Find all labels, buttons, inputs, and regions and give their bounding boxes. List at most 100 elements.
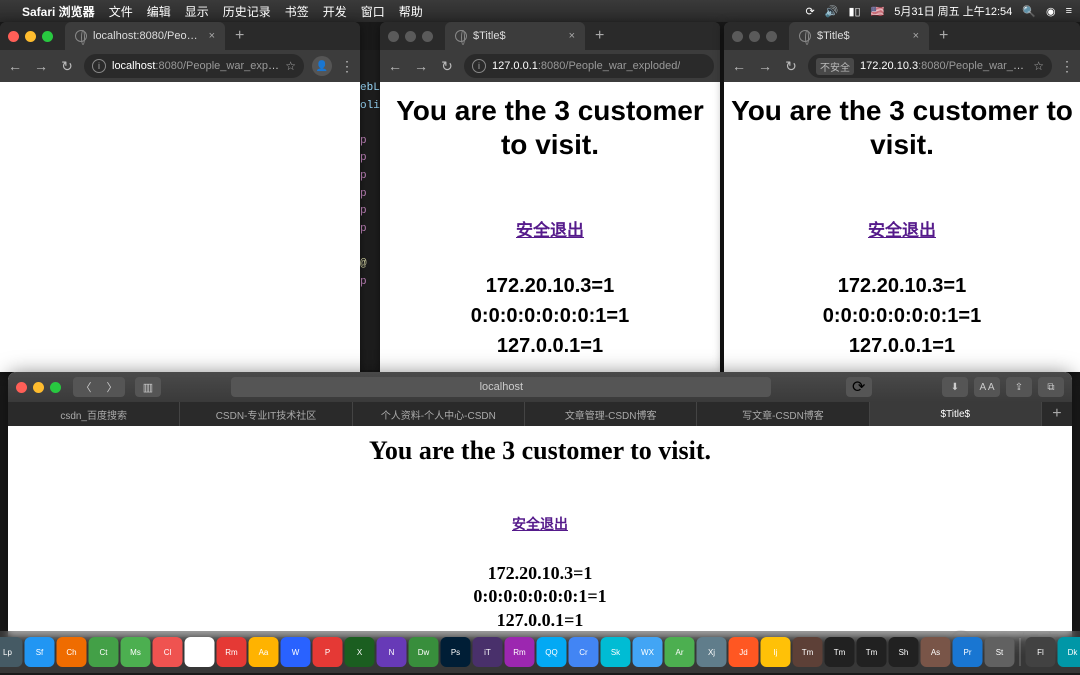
dock-app-icon[interactable]: N: [377, 637, 407, 667]
dock-app-icon[interactable]: Rm: [505, 637, 535, 667]
forward-button[interactable]: 〉: [99, 377, 125, 397]
dock-app-icon[interactable]: Lp: [0, 637, 23, 667]
menu-icon[interactable]: ⋮: [1060, 58, 1074, 75]
sidebar-button[interactable]: ▥: [135, 377, 161, 397]
dock-app-icon[interactable]: Rm: [217, 637, 247, 667]
dock-app-icon[interactable]: X: [345, 637, 375, 667]
forward-button[interactable]: →: [756, 58, 774, 74]
safari-tab[interactable]: 写文章-CSDN博客: [697, 402, 869, 426]
back-button[interactable]: 〈: [73, 377, 99, 397]
dock-app-icon[interactable]: Ar: [665, 637, 695, 667]
browser-tab[interactable]: localhost:8080/People_war_ex ×: [65, 22, 225, 50]
dock-app-icon[interactable]: Ps: [441, 637, 471, 667]
close-icon[interactable]: [16, 382, 27, 393]
reader-button[interactable]: A A: [974, 377, 1000, 397]
minimize-icon[interactable]: [749, 31, 760, 42]
safari-tab[interactable]: 个人资料-个人中心-CSDN: [353, 402, 525, 426]
battery-icon[interactable]: ▮▯: [848, 5, 860, 18]
dock-app-icon[interactable]: As: [921, 637, 951, 667]
menu-bookmarks[interactable]: 书签: [285, 3, 309, 20]
dock-app-icon[interactable]: Cr: [569, 637, 599, 667]
download-button[interactable]: ⬇: [942, 377, 968, 397]
site-info-icon[interactable]: i: [472, 59, 486, 73]
forward-button[interactable]: →: [32, 58, 50, 74]
dock-app-icon[interactable]: iT: [473, 637, 503, 667]
safari-tab[interactable]: CSDN-专业IT技术社区: [180, 402, 352, 426]
dock-app-icon[interactable]: Dk: [1058, 637, 1080, 667]
reload-button[interactable]: [58, 58, 76, 75]
close-icon[interactable]: [8, 31, 19, 42]
dock-app-icon[interactable]: Fl: [1026, 637, 1056, 667]
dock-app-icon[interactable]: Ch: [57, 637, 87, 667]
menu-icon[interactable]: ≡: [1066, 5, 1072, 17]
dock-app-icon[interactable]: Sh: [889, 637, 919, 667]
back-button[interactable]: ←: [6, 58, 24, 74]
dock-app-icon[interactable]: Jd: [729, 637, 759, 667]
new-tab-button[interactable]: +: [929, 27, 958, 45]
safari-tab[interactable]: csdn_百度搜索: [8, 402, 180, 426]
minimize-icon[interactable]: [33, 382, 44, 393]
address-bar[interactable]: localhost: [231, 377, 771, 397]
logout-link[interactable]: 安全退出: [868, 216, 936, 241]
dock-app-icon[interactable]: Tm: [857, 637, 887, 667]
close-icon[interactable]: [388, 31, 399, 42]
maximize-icon[interactable]: [50, 382, 61, 393]
dock-app-icon[interactable]: 31: [185, 637, 215, 667]
tabs-button[interactable]: ⧉: [1038, 377, 1064, 397]
dock-app-icon[interactable]: Sk: [601, 637, 631, 667]
dock-app-icon[interactable]: P: [313, 637, 343, 667]
menu-view[interactable]: 显示: [185, 3, 209, 20]
dock-app-icon[interactable]: Xj: [697, 637, 727, 667]
forward-button[interactable]: →: [412, 58, 430, 74]
dock-app-icon[interactable]: Dw: [409, 637, 439, 667]
address-bar[interactable]: i localhost:8080/People_war_exploded/log…: [84, 54, 304, 78]
dock-app-icon[interactable]: St: [985, 637, 1015, 667]
menu-icon[interactable]: ⋮: [340, 58, 354, 75]
app-name[interactable]: Safari 浏览器: [22, 3, 95, 20]
maximize-icon[interactable]: [42, 31, 53, 42]
reload-button[interactable]: ⟳: [846, 377, 872, 397]
menu-history[interactable]: 历史记录: [223, 3, 271, 20]
new-tab-button[interactable]: +: [585, 27, 614, 45]
safari-tab-active[interactable]: $Title$: [870, 402, 1042, 426]
safari-tab[interactable]: 文章管理-CSDN博客: [525, 402, 697, 426]
bookmark-star-icon[interactable]: ☆: [1033, 59, 1044, 73]
menu-help[interactable]: 帮助: [399, 3, 423, 20]
browser-tab[interactable]: $Title$ ×: [445, 22, 585, 50]
dock-app-icon[interactable]: Pr: [953, 637, 983, 667]
maximize-icon[interactable]: [766, 31, 777, 42]
tab-close-icon[interactable]: ×: [913, 30, 919, 42]
dock-app-icon[interactable]: W: [281, 637, 311, 667]
minimize-icon[interactable]: [405, 31, 416, 42]
tab-close-icon[interactable]: ×: [569, 30, 575, 42]
tab-close-icon[interactable]: ×: [209, 30, 215, 42]
new-tab-button[interactable]: +: [1042, 402, 1072, 426]
close-icon[interactable]: [732, 31, 743, 42]
address-bar[interactable]: 不安全 172.20.10.3:8080/People_war_ex... ☆: [808, 54, 1052, 78]
bookmark-star-icon[interactable]: ☆: [285, 59, 296, 73]
sync-icon[interactable]: ⟳: [806, 5, 815, 18]
datetime[interactable]: 5月31日 周五 上午12:54: [894, 3, 1012, 19]
address-bar[interactable]: i 127.0.0.1:8080/People_war_exploded/: [464, 54, 714, 78]
menu-edit[interactable]: 编辑: [147, 3, 171, 20]
logout-link[interactable]: 安全退出: [512, 514, 568, 534]
siri-icon[interactable]: ◉: [1046, 5, 1056, 18]
dock-app-icon[interactable]: Tm: [793, 637, 823, 667]
minimize-icon[interactable]: [25, 31, 36, 42]
back-button[interactable]: ←: [730, 58, 748, 74]
dock-app-icon[interactable]: Aa: [249, 637, 279, 667]
flag-icon[interactable]: 🇺🇸: [871, 5, 885, 18]
share-button[interactable]: ⇪: [1006, 377, 1032, 397]
new-tab-button[interactable]: +: [225, 27, 254, 45]
menu-develop[interactable]: 开发: [323, 3, 347, 20]
profile-icon[interactable]: 👤: [312, 56, 332, 76]
dock-app-icon[interactable]: Ct: [89, 637, 119, 667]
dock-app-icon[interactable]: Ij: [761, 637, 791, 667]
logout-link[interactable]: 安全退出: [516, 216, 584, 241]
maximize-icon[interactable]: [422, 31, 433, 42]
dock-app-icon[interactable]: Cl: [153, 637, 183, 667]
menu-file[interactable]: 文件: [109, 3, 133, 20]
dock-app-icon[interactable]: Ms: [121, 637, 151, 667]
reload-button[interactable]: [782, 58, 800, 75]
menu-window[interactable]: 窗口: [361, 3, 385, 20]
